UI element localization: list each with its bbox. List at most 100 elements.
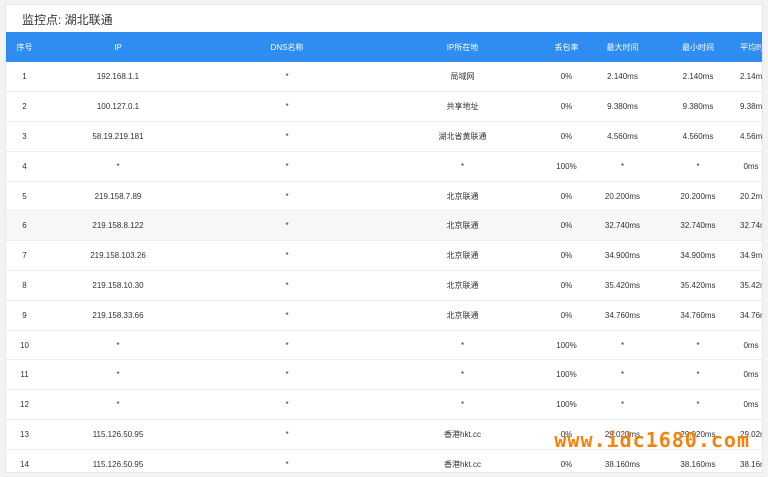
cell-col-avg: 2.14ms (740, 62, 762, 93)
cell-col-max: 2.140ms (589, 62, 656, 93)
cell-col-loss: 0% (544, 240, 589, 272)
header-col-ip: IP (114, 42, 122, 52)
cell-col-ip: * (43, 389, 193, 421)
table-row: 12 * * * 100% * * 0ms (6, 389, 762, 421)
cell-col-max: 4.560ms (589, 121, 656, 152)
monitor-title: 监控点: 湖北联通 (22, 13, 113, 27)
cell-col-location: * (381, 330, 544, 361)
cell-col-ip: 192.168.1.1 (43, 62, 193, 93)
cell-col-location: * (381, 359, 544, 391)
table-row: 10 * * * 100% * * 0ms (6, 330, 762, 361)
cell-col-loss: 0% (544, 91, 589, 123)
monitor-panel: 监控点: 湖北联通 序号 IP DNS名称 IP所在地 丢包率 最大时间 最小时间 平均时间 … (5, 4, 763, 473)
cell-col-avg: 4.56ms (740, 121, 762, 152)
cell-col-dns: * (193, 330, 381, 361)
cell-col-location: * (381, 389, 544, 421)
cell-col-min: 34.760ms (656, 300, 740, 331)
cell-col-dns: * (193, 181, 381, 212)
cell-col-location: 湖北省黄联通 (381, 121, 544, 152)
cell-col-max: * (589, 151, 656, 182)
table-row: 1192.168.1.1*局域网0%2.140ms2.140ms2.14ms (6, 62, 762, 93)
cell-col-index: 1 (6, 62, 43, 93)
traceroute-table: 序号 IP DNS名称 IP所在地 丢包率 最大时间 最小时间 平均时间 1192.168.1… (6, 32, 762, 472)
cell-col-loss: 0% (544, 270, 589, 301)
header-col-min: 最小时间 (682, 42, 714, 52)
table-header-row: 序号 IP DNS名称 IP所在地 丢包率 最大时间 最小时间 平均时间 (6, 32, 762, 62)
cell-col-index: 3 (6, 121, 43, 152)
cell-col-min: * (656, 330, 740, 361)
cell-col-avg: 32.74ms (740, 210, 762, 242)
cell-col-min: 34.900ms (656, 240, 740, 272)
cell-col-index: 11 (6, 359, 43, 391)
cell-col-dns: * (193, 270, 381, 301)
cell-col-avg: 20.2ms (740, 181, 762, 212)
cell-col-min: 38.160ms (656, 449, 740, 472)
cell-col-avg: 0ms (740, 389, 762, 421)
cell-col-ip: 115.126.50.95 (43, 449, 193, 472)
cell-col-index: 14 (6, 449, 43, 472)
cell-col-index: 4 (6, 151, 43, 182)
cell-col-ip: 115.126.50.95 (43, 419, 193, 450)
cell-col-loss: 100% (544, 330, 589, 361)
cell-col-ip: * (43, 330, 193, 361)
table-row: 14 115.126.50.95 * 香港hkt.cc 0% 38.160ms 38.160… (6, 449, 762, 472)
cell-col-location: 北京联通 (381, 240, 544, 272)
cell-col-index: 2 (6, 91, 43, 123)
cell-col-max: * (589, 359, 656, 391)
cell-col-max: 38.160ms (589, 449, 656, 472)
cell-col-loss: 0% (544, 210, 589, 242)
cell-col-max: 34.760ms (589, 300, 656, 331)
table-row: 5 219.158.7.89 * 北京联通 0% 20.200ms 20.200ms 20.2… (6, 181, 762, 212)
cell-col-min: 9.380ms (656, 91, 740, 123)
cell-col-location: 局域网 (381, 62, 544, 93)
cell-col-dns: * (193, 240, 381, 272)
cell-col-avg: 0ms (740, 330, 762, 361)
cell-col-location: 香港hkt.cc (381, 419, 544, 450)
cell-col-location: 北京联通 (381, 210, 544, 242)
cell-col-dns: * (193, 389, 381, 421)
cell-col-dns: * (193, 300, 381, 331)
header-col-loss: 丢包率 (554, 42, 579, 52)
cell-col-dns: * (193, 210, 381, 242)
cell-col-dns: * (193, 359, 381, 391)
header-col-avg: 平均时间 (740, 42, 762, 52)
table-row: 7 219.158.103.26 * 北京联通 0% 34.900ms 34.900ms 34… (6, 240, 762, 272)
cell-col-max: 20.200ms (589, 181, 656, 212)
cell-col-location: 北京联通 (381, 300, 544, 331)
cell-col-ip: 219.158.10.30 (43, 270, 193, 301)
cell-col-index: 12 (6, 389, 43, 421)
cell-col-avg: 34.9ms (740, 240, 762, 272)
cell-col-location: 共享地址 (381, 91, 544, 123)
cell-col-index: 13 (6, 419, 43, 450)
table-row: 9 219.158.33.66 * 北京联通 0% 34.760ms 34.760ms 34.… (6, 300, 762, 331)
cell-col-location: 北京联通 (381, 181, 544, 212)
cell-col-dns: * (193, 62, 381, 93)
cell-col-min: 32.740ms (656, 210, 740, 242)
cell-col-loss: 100% (544, 151, 589, 182)
table-row: 4 * * * 100% * * 0ms (6, 151, 762, 182)
cell-col-avg: 34.76ms (740, 300, 762, 331)
cell-col-ip: 100.127.0.1 (43, 91, 193, 123)
cell-col-ip: * (43, 151, 193, 182)
cell-col-ip: 219.158.7.89 (43, 181, 193, 212)
cell-col-index: 7 (6, 240, 43, 272)
cell-col-dns: * (193, 419, 381, 450)
cell-col-index: 5 (6, 181, 43, 212)
cell-col-index: 8 (6, 270, 43, 301)
cell-col-dns: * (193, 91, 381, 123)
cell-col-min: * (656, 359, 740, 391)
site-watermark: www.idc1680.com (554, 428, 750, 452)
cell-col-min: 2.140ms (656, 62, 740, 93)
cell-col-location: 北京联通 (381, 270, 544, 301)
cell-col-ip: 219.158.103.26 (43, 240, 193, 272)
cell-col-location: * (381, 151, 544, 182)
cell-col-max: * (589, 330, 656, 361)
header-col-index: 序号 (16, 42, 33, 52)
cell-col-ip: 219.158.8.122 (43, 210, 193, 242)
cell-col-index: 10 (6, 330, 43, 361)
table-body: 1192.168.1.1*局域网0%2.140ms2.140ms2.14ms21… (6, 62, 762, 472)
table-row: 3 58.19.219.181 * 湖北省黄联通 0% 4.560ms 4.560ms 4.5… (6, 121, 762, 152)
cell-col-min: 35.420ms (656, 270, 740, 301)
cell-col-max: * (589, 389, 656, 421)
cell-col-max: 9.380ms (589, 91, 656, 123)
